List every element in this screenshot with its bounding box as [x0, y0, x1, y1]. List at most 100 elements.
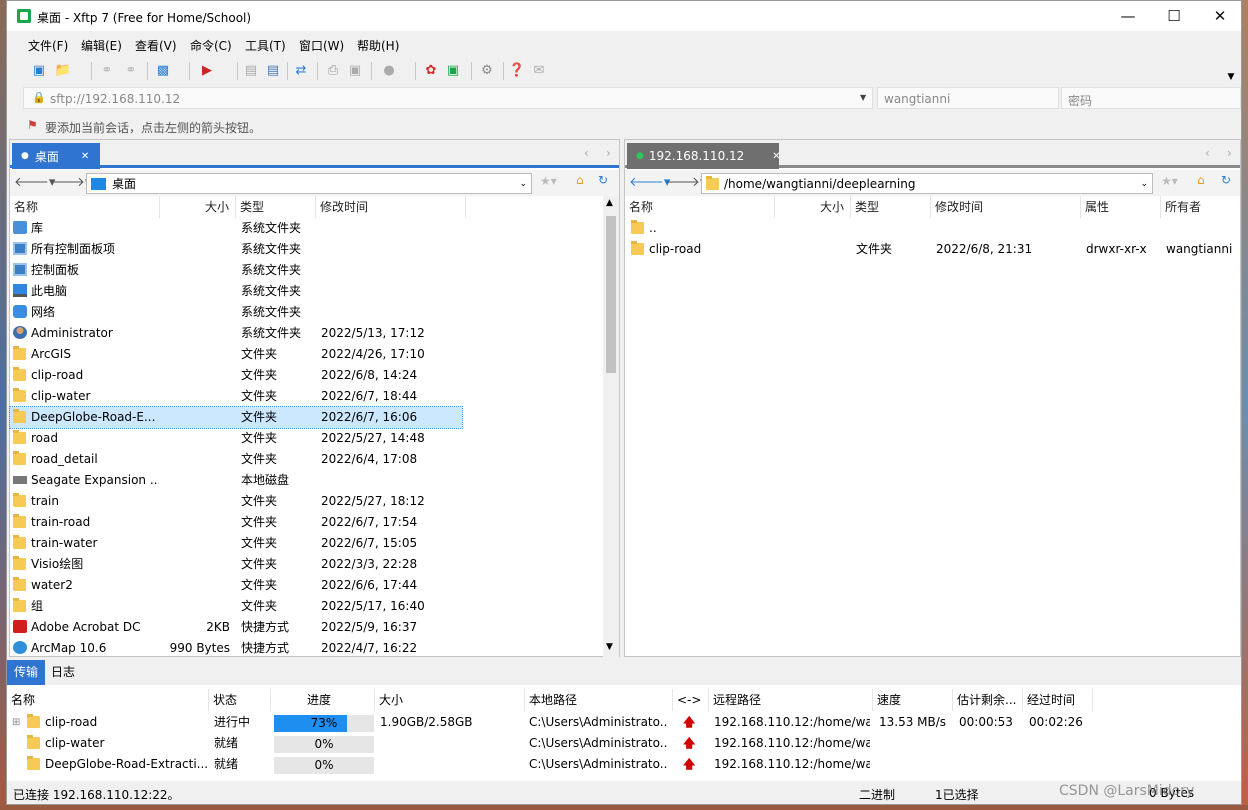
menu-view[interactable]: 查看(V) — [135, 37, 177, 54]
table-row[interactable]: ArcMap 10.6 990 Bytes 快捷方式 2022/4/7, 16:22 — [10, 638, 462, 659]
col-type[interactable]: 类型 — [851, 196, 931, 218]
address-dropdown-icon[interactable]: ▼ — [860, 93, 866, 102]
col-date[interactable]: 修改时间 — [931, 196, 1081, 218]
scroll-down-icon[interactable]: ▼ — [606, 642, 613, 652]
close-button[interactable]: ✕ — [1197, 1, 1241, 31]
local-scrollbar[interactable]: ▲ ▼ — [603, 196, 619, 658]
scroll-up-icon[interactable]: ▲ — [606, 198, 613, 208]
address-input[interactable]: sftp://192.168.110.12 — [50, 92, 180, 106]
table-row[interactable]: 库 系统文件夹 — [10, 218, 462, 239]
table-row[interactable]: Administrator 系统文件夹 2022/5/13, 17:12 — [10, 323, 462, 344]
transfer-row[interactable]: clip-water 就绪 0% C:\Users\Administrato... 🡅 1… — [7, 733, 1241, 754]
password-field[interactable]: 密码 — [1061, 87, 1241, 109]
xshell-icon[interactable]: ✿ — [421, 60, 441, 80]
table-row[interactable]: 所有控制面板项 系统文件夹 — [10, 239, 462, 260]
table-row[interactable]: ArcGIS 文件夹 2022/4/26, 17:10 — [10, 344, 462, 365]
tab-close-icon[interactable]: ✕ — [81, 151, 89, 162]
tab-scroll-right-icon[interactable]: › — [606, 146, 611, 160]
xcol-speed[interactable]: 速度 — [873, 689, 953, 711]
xcol-direction[interactable]: <-> — [673, 689, 709, 711]
tab-scroll-left-icon[interactable]: ‹ — [584, 146, 589, 160]
local-path-box[interactable]: 桌面 ⌄ — [86, 173, 532, 194]
gear-icon[interactable]: ⚙ — [477, 60, 497, 80]
chat-icon[interactable]: ✉ — [529, 60, 549, 80]
title-bar[interactable]: 桌面 - Xftp 7 (Free for Home/School) — ☐ ✕ — [7, 1, 1241, 31]
table-row[interactable]: clip-water 文件夹 2022/6/7, 18:44 — [10, 386, 462, 407]
tab-transfer[interactable]: 传输 — [7, 660, 45, 685]
table-row[interactable]: 网络 系统文件夹 — [10, 302, 462, 323]
table-row[interactable]: .. — [625, 218, 1240, 239]
xcol-remaining[interactable]: 估计剩余... — [953, 689, 1023, 711]
xcol-local[interactable]: 本地路径 — [525, 689, 673, 711]
table-row[interactable]: 控制面板 系统文件夹 — [10, 260, 462, 281]
path-dropdown-icon[interactable]: ⌄ — [519, 179, 527, 189]
table-row[interactable]: train 文件夹 2022/5/27, 18:12 — [10, 491, 462, 512]
maximize-button[interactable]: ☐ — [1151, 1, 1197, 31]
col-owner[interactable]: 所有者 — [1161, 196, 1241, 218]
table-row[interactable]: 组 文件夹 2022/5/17, 16:40 — [10, 596, 462, 617]
minimize-button[interactable]: — — [1105, 1, 1151, 31]
xftp-icon[interactable]: ▣ — [443, 60, 463, 80]
bookmark-star-icon[interactable]: ★▾ — [540, 174, 557, 188]
sync-icon[interactable]: ⇄ — [291, 60, 311, 80]
xcol-elapsed[interactable]: 经过时间 — [1023, 689, 1093, 711]
download-icon[interactable]: ▤ — [263, 60, 283, 80]
col-attr[interactable]: 属性 — [1081, 196, 1161, 218]
upload-icon[interactable]: ▤ — [241, 60, 261, 80]
xcol-remote[interactable]: 远程路径 — [709, 689, 873, 711]
copy-icon[interactable]: ▣ — [345, 60, 365, 80]
help-icon[interactable]: ❓ — [507, 60, 527, 80]
open-folder-icon[interactable]: 📁 — [53, 60, 73, 80]
menu-window[interactable]: 窗口(W) — [299, 37, 344, 54]
refresh-icon[interactable]: ↻ — [1221, 173, 1231, 187]
new-session-icon[interactable]: ▣ — [29, 60, 49, 80]
refresh-icon[interactable]: ↻ — [598, 173, 608, 187]
col-size[interactable]: 大小 — [775, 196, 851, 218]
xcol-size[interactable]: 大小 — [375, 689, 525, 711]
bookmark-arrow-icon[interactable]: ⚑ — [27, 118, 38, 132]
table-row[interactable]: clip-road 文件夹 2022/6/8, 14:24 — [10, 365, 462, 386]
toolbar-overflow-icon[interactable]: ▼ — [1221, 67, 1241, 87]
col-size[interactable]: 大小 — [160, 196, 236, 218]
table-row[interactable]: train-water 文件夹 2022/6/7, 15:05 — [10, 533, 462, 554]
tab-scroll-left-icon[interactable]: ‹ — [1205, 146, 1210, 160]
xcol-name[interactable]: 名称 — [7, 689, 209, 711]
table-row[interactable]: Seagate Expansion ... 本地磁盘 — [10, 470, 462, 491]
table-row[interactable]: road_detail 文件夹 2022/6/4, 17:08 — [10, 449, 462, 470]
tab-local-desktop[interactable]: ● 桌面 ✕ — [12, 143, 100, 169]
transfer-row[interactable]: DeepGlobe-Road-Extracti... 就绪 0% C:\Users\A… — [7, 754, 1241, 775]
bookmark-star-icon[interactable]: ★▾ — [1161, 174, 1178, 188]
menu-command[interactable]: 命令(C) — [190, 37, 232, 54]
table-row[interactable]: clip-road 文件夹 2022/6/8, 21:31 drwxr-xr-x wan… — [625, 239, 1240, 260]
tab-log[interactable]: 日志 — [51, 660, 75, 685]
expand-icon[interactable]: ⊞ — [12, 712, 20, 733]
menu-edit[interactable]: 编辑(E) — [81, 37, 122, 54]
globe-icon[interactable]: ● — [379, 60, 399, 80]
connect-icon[interactable]: ⚭ — [97, 60, 117, 80]
table-row[interactable]: Visio绘图 文件夹 2022/3/3, 22:28 — [10, 554, 462, 575]
col-date[interactable]: 修改时间 — [316, 196, 466, 218]
col-name[interactable]: 名称 — [10, 196, 160, 218]
terminal-icon[interactable]: ▶ — [197, 60, 217, 80]
disconnect-icon[interactable]: ⚭ — [121, 60, 141, 80]
menu-file[interactable]: 文件(F) — [28, 37, 68, 54]
table-row[interactable]: road 文件夹 2022/5/27, 14:48 — [10, 428, 462, 449]
table-row[interactable]: Adobe Acrobat DC 2KB 快捷方式 2022/5/9, 16:37 — [10, 617, 462, 638]
table-row[interactable]: train-road 文件夹 2022/6/7, 17:54 — [10, 512, 462, 533]
home-icon[interactable]: ⌂ — [1197, 173, 1205, 187]
xcol-status[interactable]: 状态 — [209, 689, 271, 711]
print-icon[interactable]: ⎙ — [323, 60, 343, 80]
xcol-progress[interactable]: 进度 — [271, 689, 375, 711]
address-bar[interactable]: 🔒 sftp://192.168.110.12 ▼ — [23, 87, 873, 109]
session-settings-icon[interactable]: ▩ — [153, 60, 173, 80]
menu-tools[interactable]: 工具(T) — [245, 37, 286, 54]
table-row[interactable]: water2 文件夹 2022/6/6, 17:44 — [10, 575, 462, 596]
tab-close-icon[interactable]: ✕ — [772, 151, 780, 162]
table-row[interactable]: 此电脑 系统文件夹 — [10, 281, 462, 302]
username-field[interactable]: wangtianni — [877, 87, 1059, 109]
remote-path-box[interactable]: /home/wangtianni/deeplearning ⌄ — [701, 173, 1153, 194]
table-row[interactable]: DeepGlobe-Road-E... 文件夹 2022/6/7, 16:06 — [9, 406, 463, 429]
menu-help[interactable]: 帮助(H) — [357, 37, 399, 54]
path-dropdown-icon[interactable]: ⌄ — [1140, 179, 1148, 189]
tab-remote-session[interactable]: ● 192.168.110.12 ✕ — [627, 143, 781, 169]
